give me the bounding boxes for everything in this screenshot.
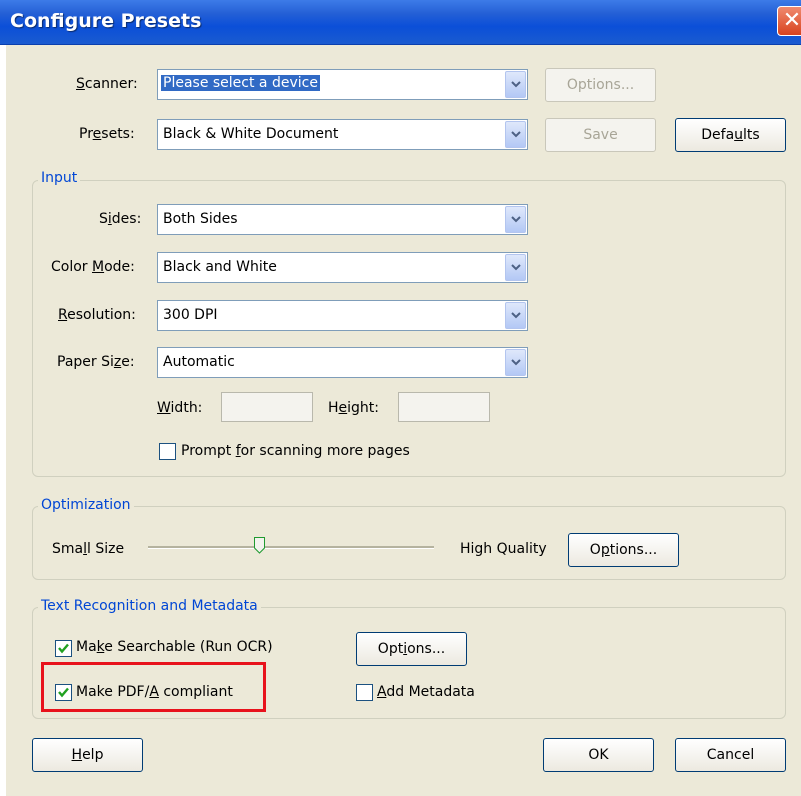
save-button[interactable]: Save [545,118,656,152]
scanner-label: Scanner: [76,76,138,92]
scanner-select-value: Please select a device [161,75,320,91]
sides-label: Sides: [99,211,142,227]
close-button[interactable]: ✕ [777,6,801,36]
help-button[interactable]: Help [32,738,143,772]
scanner-select[interactable]: Please select a device [157,69,528,100]
chevron-down-icon[interactable] [505,71,526,98]
ocr-options-button[interactable]: Options... [356,632,467,666]
chevron-down-icon[interactable] [505,206,526,233]
title-bar: Configure Presets ✕ [0,0,801,45]
add-metadata-label: Add Metadata [377,684,475,700]
input-group-title: Input [38,170,81,186]
scanner-options-button[interactable]: Options... [545,68,656,102]
height-label: Height: [328,400,380,416]
width-label: Width: [157,400,203,416]
close-icon: ✕ [782,8,801,33]
resolution-select[interactable]: 300 DPI [157,300,528,331]
resolution-select-value: 300 DPI [163,307,218,323]
color-mode-label: Color Mode: [51,259,135,275]
make-searchable-checkbox[interactable] [55,640,72,657]
prompt-more-pages-label: Prompt for scanning more pages [181,443,410,459]
height-field[interactable] [398,392,490,422]
optimization-options-button[interactable]: Options... [568,533,679,567]
color-mode-select-value: Black and White [163,259,277,275]
high-quality-label: High Quality [460,541,547,557]
paper-size-label: Paper Size: [57,354,135,370]
small-size-label: Small Size [52,541,125,557]
color-mode-select[interactable]: Black and White [157,252,528,283]
paper-size-select-value: Automatic [163,354,235,370]
optimization-group-title: Optimization [38,497,134,513]
highlight-annotation [41,662,266,712]
quality-slider-track[interactable] [148,546,434,549]
sides-select-value: Both Sides [163,211,238,227]
ocr-group-title: Text Recognition and Metadata [38,598,261,614]
prompt-more-pages-checkbox[interactable] [159,443,176,460]
defaults-button[interactable]: Defaults [675,118,786,152]
chevron-down-icon[interactable] [505,121,526,148]
quality-slider-thumb[interactable] [254,537,266,554]
presets-label: Presets: [79,126,135,142]
chevron-down-icon[interactable] [505,349,526,376]
sides-select[interactable]: Both Sides [157,204,528,235]
cancel-button[interactable]: Cancel [675,738,786,772]
presets-select[interactable]: Black & White Document [157,119,528,150]
chevron-down-icon[interactable] [505,302,526,329]
window-title: Configure Presets [10,10,202,32]
paper-size-select[interactable]: Automatic [157,347,528,378]
chevron-down-icon[interactable] [505,254,526,281]
width-field[interactable] [221,392,313,422]
ok-button[interactable]: OK [543,738,654,772]
make-searchable-label: Make Searchable (Run OCR) [76,639,273,655]
resolution-label: Resolution: [58,307,136,323]
add-metadata-checkbox[interactable] [356,684,373,701]
presets-select-value: Black & White Document [163,126,339,142]
